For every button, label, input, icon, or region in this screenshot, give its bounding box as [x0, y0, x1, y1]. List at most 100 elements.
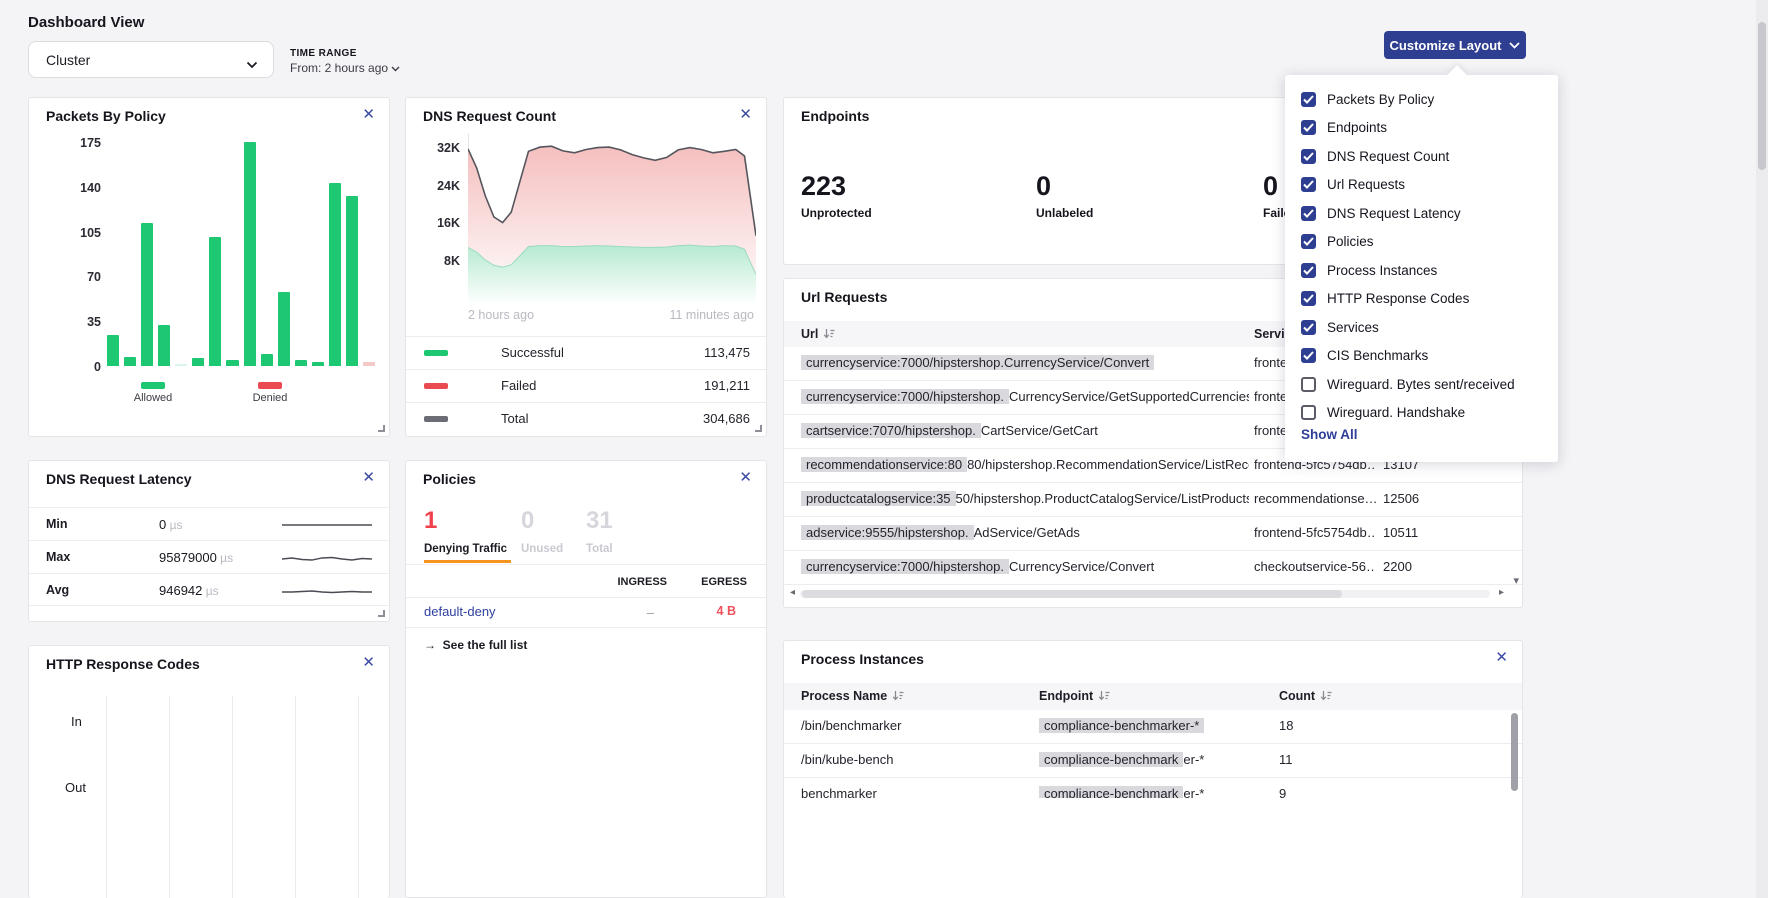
scroll-left-icon[interactable]: ◂ [790, 588, 795, 598]
menu-item-process-instances[interactable]: Process Instances [1285, 256, 1558, 285]
menu-item-services[interactable]: Services [1285, 313, 1558, 342]
checkbox-checked-icon[interactable] [1301, 120, 1316, 135]
column-header-count[interactable]: Count [1279, 689, 1333, 703]
scroll-right-icon[interactable]: ▸ [1499, 588, 1504, 598]
gridline [295, 696, 296, 898]
resize-handle[interactable] [755, 425, 762, 432]
search-highlight: productcatalogservice:35 [801, 491, 956, 506]
menu-item-url-requests[interactable]: Url Requests [1285, 171, 1558, 200]
gridline [169, 696, 170, 898]
process-table-body: /bin/benchmarker compliance-benchmarker-*… [784, 710, 1522, 798]
scroll-down-icon[interactable]: ▾ [1513, 576, 1519, 587]
search-highlight: currencyservice:7000/hipstershop. [801, 559, 1009, 574]
time-range-control[interactable]: TIME RANGE From: 2 hours ago [290, 48, 400, 75]
sort-icon [823, 328, 836, 340]
url-cell[interactable]: currencyservice:7000/hipstershop.Currenc… [801, 355, 1249, 370]
see-full-list-link[interactable]: → See the full list [424, 638, 527, 652]
checkbox-checked-icon[interactable] [1301, 92, 1316, 107]
menu-item-wireguard-bytes-sent-received[interactable]: Wireguard. Bytes sent/received [1285, 370, 1558, 399]
menu-item-policies[interactable]: Policies [1285, 228, 1558, 257]
checkbox-checked-icon[interactable] [1301, 263, 1316, 278]
sort-icon [1320, 690, 1333, 702]
menu-item-dns-request-count[interactable]: DNS Request Count [1285, 142, 1558, 171]
policy-link-default-deny[interactable]: default-deny [424, 604, 496, 619]
time-range-value[interactable]: From: 2 hours ago [290, 61, 400, 75]
checkbox-checked-icon[interactable] [1301, 177, 1316, 192]
show-all-link[interactable]: Show All [1301, 427, 1358, 442]
service-cell: recommendationse… [1254, 491, 1376, 506]
vertical-scrollbar-thumb[interactable] [1511, 713, 1518, 791]
row-label-in: In [71, 714, 82, 729]
count-cell: 9 [1279, 786, 1349, 798]
policy-ingress-value: – [647, 605, 654, 620]
column-header-egress: EGRESS [701, 576, 747, 588]
menu-item-http-response-codes[interactable]: HTTP Response Codes [1285, 285, 1558, 314]
url-cell[interactable]: adservice:9555/hipstershop.AdService/Get… [801, 525, 1249, 540]
checkbox-unchecked-icon[interactable] [1301, 377, 1316, 392]
resize-handle[interactable] [378, 425, 385, 432]
latency-label: Min [46, 517, 68, 531]
close-icon[interactable]: ✕ [739, 107, 752, 122]
menu-item-wireguard-handshake[interactable]: Wireguard. Handshake [1285, 399, 1558, 428]
policies-tab-unused[interactable]: Unused [521, 543, 563, 555]
close-icon[interactable]: ✕ [362, 655, 375, 670]
close-icon[interactable]: ✕ [362, 470, 375, 485]
policies-stat-total-value: 31 [586, 507, 613, 535]
column-header-process-name[interactable]: Process Name [801, 689, 905, 703]
legend-row-failed: Failed 191,211 [406, 369, 766, 402]
url-cell[interactable]: cartservice:7070/hipstershop.CartService… [801, 423, 1249, 438]
policies-tab-denying-traffic[interactable]: Denying Traffic [424, 543, 507, 555]
menu-item-packets-by-policy[interactable]: Packets By Policy [1285, 85, 1558, 114]
checkbox-checked-icon[interactable] [1301, 206, 1316, 221]
process-table-row: benchmarker compliance-benchmarker-* 9 [784, 778, 1522, 798]
column-header-endpoint[interactable]: Endpoint [1039, 689, 1111, 703]
legend-swatch-allowed [141, 382, 165, 389]
chevron-down-icon [1509, 42, 1520, 49]
bar-allowed [209, 237, 221, 366]
customize-layout-button[interactable]: Customize Layout [1384, 31, 1526, 59]
view-selector[interactable]: Cluster [28, 41, 274, 78]
menu-item-label: Wireguard. Bytes sent/received [1327, 377, 1515, 392]
close-icon[interactable]: ✕ [362, 107, 375, 122]
latency-unit: µs [217, 551, 233, 565]
search-highlight: adservice:9555/hipstershop. [801, 525, 974, 540]
checkbox-unchecked-icon[interactable] [1301, 405, 1316, 420]
count-cell: 12506 [1383, 491, 1463, 506]
menu-item-dns-request-latency[interactable]: DNS Request Latency [1285, 199, 1558, 228]
page-scrollbar[interactable] [1756, 0, 1768, 898]
page-scrollbar-thumb[interactable] [1758, 22, 1766, 170]
latency-label: Max [46, 550, 70, 564]
checkbox-checked-icon[interactable] [1301, 234, 1316, 249]
menu-item-cis-benchmarks[interactable]: CIS Benchmarks [1285, 342, 1558, 371]
menu-item-label: Services [1327, 320, 1379, 335]
horizontal-scrollbar-thumb[interactable] [802, 590, 1342, 598]
time-range-label: TIME RANGE [290, 48, 400, 59]
url-cell[interactable]: currencyservice:7000/hipstershop.Currenc… [801, 559, 1249, 574]
close-icon[interactable]: ✕ [1495, 650, 1508, 665]
checkbox-checked-icon[interactable] [1301, 320, 1316, 335]
horizontal-scrollbar[interactable] [800, 590, 1490, 598]
latency-label: Avg [46, 583, 69, 597]
checkbox-checked-icon[interactable] [1301, 348, 1316, 363]
y-tick-label: 24K [420, 179, 460, 193]
menu-item-endpoints[interactable]: Endpoints [1285, 114, 1558, 143]
url-cell[interactable]: recommendationservice:8080/hipstershop.R… [801, 457, 1249, 472]
menu-item-label: HTTP Response Codes [1327, 291, 1469, 306]
resize-handle[interactable] [378, 610, 385, 617]
legend-swatch [424, 416, 448, 422]
bar-allowed [295, 360, 307, 366]
card-title: DNS Request Count [423, 108, 556, 124]
policies-tab-total[interactable]: Total [586, 543, 613, 555]
process-name-cell: benchmarker [801, 786, 1031, 798]
checkbox-checked-icon[interactable] [1301, 149, 1316, 164]
process-name-cell: /bin/benchmarker [801, 718, 1031, 733]
column-header-url[interactable]: Url [801, 327, 836, 341]
bar-allowed [175, 364, 187, 366]
packets-y-axis: 03570105140175 [67, 142, 101, 366]
endpoint-cell: compliance-benchmarker-* [1039, 786, 1271, 798]
url-cell[interactable]: currencyservice:7000/hipstershop.Currenc… [801, 389, 1249, 404]
close-icon[interactable]: ✕ [739, 470, 752, 485]
url-cell[interactable]: productcatalogservice:3550/hipstershop.P… [801, 491, 1249, 506]
checkbox-checked-icon[interactable] [1301, 291, 1316, 306]
menu-item-label: Url Requests [1327, 177, 1405, 192]
